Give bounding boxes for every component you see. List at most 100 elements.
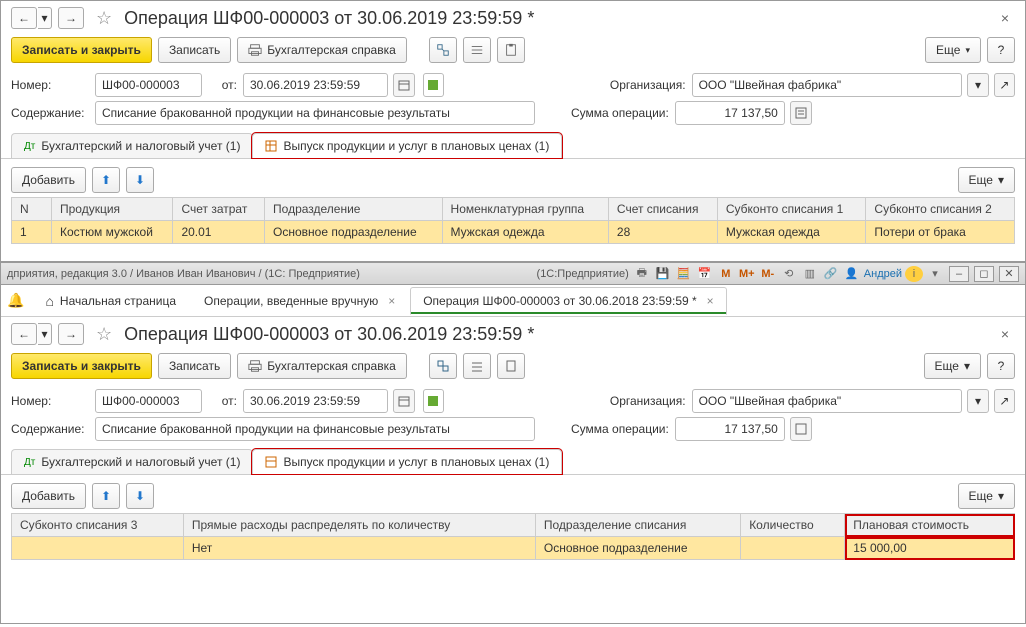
col-n[interactable]: N — [12, 198, 52, 221]
dropdown-sys[interactable]: ▾ — [926, 266, 944, 282]
tab-output-plan-prices[interactable]: Выпуск продукции и услуг в плановых цена… — [252, 449, 562, 474]
cell-writeoff-acct[interactable]: 28 — [608, 221, 717, 244]
favorite-icon[interactable]: ☆ — [96, 324, 112, 345]
calendar-sys-icon[interactable]: 📅 — [696, 266, 714, 282]
m-plus-button[interactable]: M+ — [738, 266, 756, 282]
col-writeoff-account[interactable]: Счет списания — [608, 198, 717, 221]
cell-direct[interactable]: Нет — [183, 537, 535, 560]
save-button[interactable]: Записать — [158, 353, 231, 379]
m-minus-button[interactable]: M- — [759, 266, 777, 282]
save-and-close-button[interactable]: Записать и закрыть — [11, 353, 152, 379]
sum-calc-button[interactable] — [790, 417, 812, 441]
tab-close-icon[interactable]: × — [388, 294, 395, 308]
cell-acct[interactable]: 20.01 — [173, 221, 265, 244]
date-input[interactable]: 30.06.2019 23:59:59 — [243, 73, 388, 97]
date-flag-button[interactable] — [423, 73, 444, 97]
col-dept-writeoff[interactable]: Подразделение списания — [535, 514, 740, 537]
back-history-dropdown[interactable]: ▾ — [38, 323, 52, 345]
clipboard-button[interactable] — [497, 353, 525, 379]
user-name[interactable]: Андрей — [864, 268, 902, 280]
col-sub1[interactable]: Субконто списания 1 — [717, 198, 866, 221]
back-button[interactable]: ← — [11, 7, 37, 29]
clipboard-button[interactable] — [497, 37, 525, 63]
list-button[interactable] — [463, 37, 491, 63]
accounting-report-button[interactable]: Бухгалтерская справка — [237, 353, 407, 379]
forward-button[interactable]: → — [58, 323, 84, 345]
calendar-icon[interactable] — [393, 389, 414, 413]
table-row[interactable]: Нет Основное подразделение 15 000,00 — [12, 537, 1015, 560]
date-flag-button[interactable] — [423, 389, 444, 413]
calc-icon[interactable]: 🧮 — [675, 266, 693, 282]
move-down-button[interactable]: ⬇ — [126, 483, 154, 509]
calendar-icon[interactable] — [393, 73, 414, 97]
print-icon[interactable]: 🖶 — [633, 266, 651, 282]
col-nom-group[interactable]: Номенклатурная группа — [442, 198, 608, 221]
bell-icon[interactable]: 🔔 — [7, 292, 24, 309]
panel-icon[interactable]: ▥ — [801, 266, 819, 282]
accounting-report-button[interactable]: Бухгалтерская справка — [237, 37, 407, 63]
tab-output-plan-prices[interactable]: Выпуск продукции и услуг в плановых цена… — [252, 133, 562, 158]
tab-accounting[interactable]: Дт Бухгалтерский и налоговый учет (1) — [11, 133, 253, 158]
sum-input[interactable]: 17 137,50 — [675, 101, 785, 125]
table-more-button[interactable]: Еще ▾ — [958, 167, 1015, 193]
col-department[interactable]: Подразделение — [265, 198, 443, 221]
col-plan-cost[interactable]: Плановая стоимость — [845, 514, 1015, 537]
cell-nomgroup[interactable]: Мужская одежда — [442, 221, 608, 244]
forward-button[interactable]: → — [58, 7, 84, 29]
back-sys-icon[interactable]: ⟲ — [780, 266, 798, 282]
col-sub3[interactable]: Субконто списания 3 — [12, 514, 184, 537]
cell-qty[interactable] — [741, 537, 845, 560]
org-open-button[interactable]: ↗ — [994, 389, 1015, 413]
org-open-button[interactable]: ↗ — [994, 73, 1015, 97]
sum-calc-button[interactable] — [790, 101, 812, 125]
more-button[interactable]: Еще ▾ — [925, 37, 981, 63]
save-button[interactable]: Записать — [158, 37, 231, 63]
number-input[interactable]: ШФ00-000003 — [95, 73, 202, 97]
col-direct[interactable]: Прямые расходы распределять по количеств… — [183, 514, 535, 537]
tab-operation-doc[interactable]: Операция ШФ00-000003 от 30.06.2018 23:59… — [410, 287, 726, 315]
tab-accounting[interactable]: Дт Бухгалтерский и налоговый учет (1) — [11, 449, 253, 474]
col-qty[interactable]: Количество — [741, 514, 845, 537]
col-cost-account[interactable]: Счет затрат — [173, 198, 265, 221]
link-button[interactable] — [429, 353, 457, 379]
cell-sub3[interactable] — [12, 537, 184, 560]
cell-sub1[interactable]: Мужская одежда — [717, 221, 866, 244]
window-minimize[interactable]: – — [949, 266, 969, 282]
date-input[interactable]: 30.06.2019 23:59:59 — [243, 389, 388, 413]
org-dropdown-button[interactable]: ▾ — [967, 389, 988, 413]
tab-close-icon[interactable]: × — [707, 294, 714, 308]
close-window-button[interactable]: × — [995, 8, 1015, 28]
move-up-button[interactable]: ⬆ — [92, 167, 120, 193]
save-and-close-button[interactable]: Записать и закрыть — [11, 37, 152, 63]
org-input[interactable]: ООО "Швейная фабрика" — [692, 73, 963, 97]
cell-dept[interactable]: Основное подразделение — [535, 537, 740, 560]
move-up-button[interactable]: ⬆ — [92, 483, 120, 509]
org-input[interactable]: ООО "Швейная фабрика" — [692, 389, 963, 413]
table-more-button[interactable]: Еще ▾ — [958, 483, 1015, 509]
add-row-button[interactable]: Добавить — [11, 483, 86, 509]
more-button[interactable]: Еще ▾ — [924, 353, 981, 379]
col-sub2[interactable]: Субконто списания 2 — [866, 198, 1015, 221]
move-down-button[interactable]: ⬇ — [126, 167, 154, 193]
cell-dept[interactable]: Основное подразделение — [265, 221, 443, 244]
info-icon[interactable]: i — [905, 266, 923, 282]
sum-input[interactable]: 17 137,50 — [675, 417, 785, 441]
tab-manual-operations[interactable]: Операции, введенные вручную × — [191, 287, 408, 315]
back-history-dropdown[interactable]: ▾ — [38, 7, 52, 29]
add-row-button[interactable]: Добавить — [11, 167, 86, 193]
table-row[interactable]: 1 Костюм мужской 20.01 Основное подразде… — [12, 221, 1015, 244]
tab-home[interactable]: ⌂ Начальная страница — [32, 287, 189, 315]
favorite-icon[interactable]: ☆ — [96, 8, 112, 29]
cell-sub2[interactable]: Потери от брака — [866, 221, 1015, 244]
cell-plan-cost[interactable]: 15 000,00 — [845, 537, 1015, 560]
m-button[interactable]: M — [717, 266, 735, 282]
save-icon[interactable]: 💾 — [654, 266, 672, 282]
window-close[interactable]: ✕ — [999, 266, 1019, 282]
link-sys-icon[interactable]: 🔗 — [822, 266, 840, 282]
org-dropdown-button[interactable]: ▾ — [967, 73, 988, 97]
col-product[interactable]: Продукция — [52, 198, 173, 221]
number-input[interactable]: ШФ00-000003 — [95, 389, 202, 413]
list-button[interactable] — [463, 353, 491, 379]
window-maximize[interactable]: ◻ — [974, 266, 994, 282]
content-input[interactable]: Списание бракованной продукции на финанс… — [95, 101, 535, 125]
